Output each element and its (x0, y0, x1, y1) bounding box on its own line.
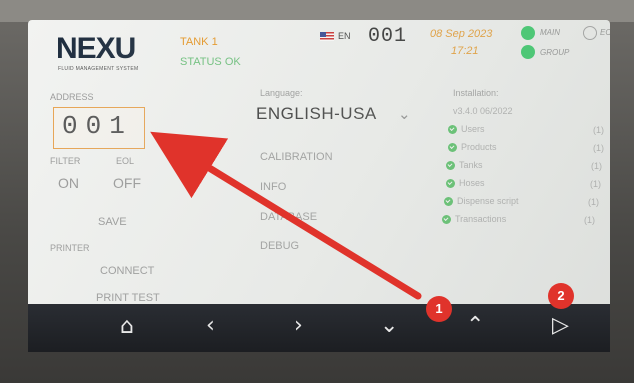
step-badge-1: 1 (426, 296, 452, 322)
annotation-arrow (150, 131, 422, 300)
step-badge-2: 2 (548, 283, 574, 309)
arrow-line (150, 131, 422, 300)
